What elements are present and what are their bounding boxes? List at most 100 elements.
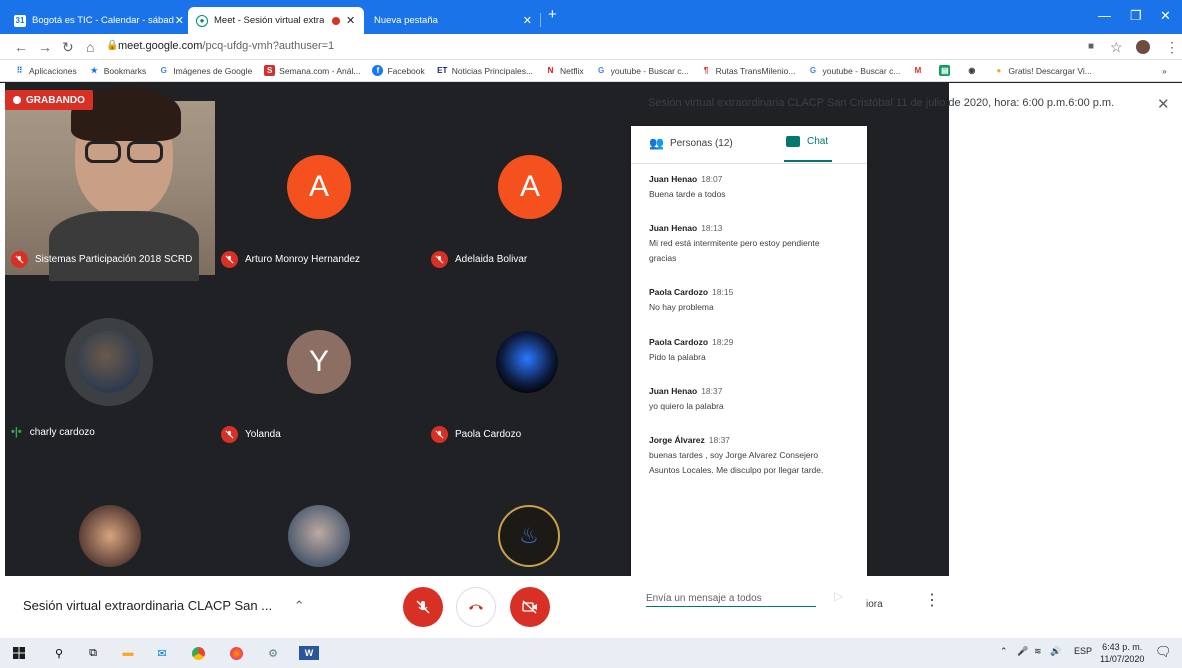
- restore-icon[interactable]: ❐: [1130, 8, 1142, 24]
- participant-tile[interactable]: Y Yolanda: [215, 258, 425, 443]
- chrome-icon[interactable]: [191, 646, 205, 660]
- camera-icon[interactable]: ■: [1088, 41, 1094, 52]
- mic-toggle-button[interactable]: [403, 587, 443, 627]
- tab-separator: [540, 13, 541, 27]
- participant-label: •|• charly cardozo: [11, 426, 95, 438]
- tab-calendar-label: Bogotá es TIC - Calendar - sábad: [32, 15, 174, 26]
- tab-meet[interactable]: ● Meet - Sesión virtual extraor ✕: [188, 7, 364, 34]
- close-window-icon[interactable]: ✕: [1160, 8, 1171, 24]
- meeting-title: Sesión virtual extraordinaria CLACP San …: [648, 97, 1115, 109]
- bookmark-item[interactable]: f Facebook: [372, 65, 425, 76]
- close-tab-icon[interactable]: ✕: [175, 14, 184, 27]
- avatar[interactable]: ♨: [498, 505, 560, 567]
- chat-message: Juan Henao 18:07 Buena tarde a todos: [649, 174, 726, 199]
- more-options-icon[interactable]: ⋮: [924, 590, 940, 610]
- reload-icon[interactable]: ↻: [62, 39, 74, 56]
- active-tab-indicator: [784, 160, 832, 162]
- star-icon: ★: [90, 66, 98, 75]
- camera-feed: [5, 87, 215, 281]
- camera-toggle-button[interactable]: [510, 587, 550, 627]
- close-icon[interactable]: ✕: [1157, 95, 1170, 113]
- google-icon: G: [160, 66, 167, 75]
- send-icon[interactable]: ▷: [834, 589, 843, 603]
- forward-icon[interactable]: →: [38, 39, 52, 55]
- more-bookmarks[interactable]: »: [1162, 66, 1167, 76]
- mail-icon[interactable]: ✉: [155, 646, 169, 660]
- recording-dot-icon: [13, 96, 21, 104]
- bookmark-item[interactable]: G Imágenes de Google: [158, 65, 253, 76]
- bookmark-item[interactable]: M: [912, 65, 927, 76]
- volume-icon[interactable]: 🔊: [1050, 646, 1061, 657]
- bookmark-item[interactable]: N Netflix: [545, 65, 584, 76]
- close-tab-icon[interactable]: ✕: [523, 14, 532, 27]
- participant-tile[interactable]: A Arturo Monroy Hernandez: [215, 83, 425, 268]
- profile-avatar[interactable]: [1136, 40, 1150, 54]
- url-field[interactable]: meet.google.com/pcq-ufdg-vmh?authuser=1: [118, 40, 334, 52]
- bookmark-item[interactable]: Gyoutube - Buscar c...: [596, 65, 689, 76]
- back-icon[interactable]: ←: [14, 39, 28, 55]
- participant-tile[interactable]: A Adelaida Bolivar: [425, 83, 635, 268]
- bookmark-item[interactable]: S Semana.com - Anál...: [264, 65, 360, 76]
- chat-icon: [786, 136, 800, 147]
- chat-message: Juan Henao 18:13 Mi red está intermitente…: [649, 223, 820, 263]
- speaking-indicator-icon: •|•: [11, 426, 22, 438]
- bookmark-item[interactable]: Gyoutube - Buscar c...: [807, 65, 901, 76]
- present-now-label[interactable]: iora: [866, 599, 883, 610]
- menu-icon[interactable]: ⋮: [1165, 39, 1179, 56]
- camera-off-icon: [522, 600, 537, 614]
- bookmark-item[interactable]: ▤: [939, 65, 954, 76]
- chat-message-input[interactable]: Envía un mensaje a todos: [646, 593, 816, 607]
- avatar: [78, 331, 140, 393]
- clock[interactable]: 6:43 p. m. 11/07/2020: [1100, 641, 1144, 665]
- mic-off-icon: [221, 426, 238, 443]
- chat-message: Paola Cardozo 18:29 Pido la palabra: [649, 337, 734, 362]
- mic-off-icon: [431, 426, 448, 443]
- tab-new[interactable]: Nueva pestaña ✕: [366, 7, 540, 34]
- bookmark-item[interactable]: ★ Bookmarks: [89, 65, 147, 76]
- url-path: /pcq-ufdg-vmh?authuser=1: [202, 40, 335, 52]
- netflix-icon: N: [547, 66, 554, 75]
- chevron-up-icon[interactable]: ⌃: [294, 598, 305, 613]
- microphone-icon[interactable]: 🎤: [1017, 646, 1028, 657]
- globe-icon: ◉: [968, 66, 976, 75]
- glasses-shape: [85, 141, 121, 163]
- star-icon[interactable]: ☆: [1110, 39, 1123, 56]
- language-indicator[interactable]: ESP: [1074, 646, 1092, 656]
- leave-call-button[interactable]: [456, 587, 496, 627]
- bookmark-item[interactable]: ◉: [966, 65, 981, 76]
- close-tab-icon[interactable]: ✕: [346, 14, 355, 27]
- semana-icon: S: [264, 65, 276, 76]
- chat-message: Juan Henao 18:37 yo quiero la palabra: [649, 386, 724, 411]
- participant-tile[interactable]: •|• charly cardozo: [5, 258, 215, 438]
- meeting-details[interactable]: Sesión virtual extraordinaria CLACP San …: [23, 598, 305, 614]
- bookmark-item[interactable]: ● Gratis! Descargar Vi...: [993, 65, 1092, 76]
- search-icon[interactable]: ⚲: [52, 646, 66, 660]
- bookmark-item[interactable]: ¶ Rutas TransMilenio...: [701, 65, 796, 76]
- new-tab-icon[interactable]: +: [548, 6, 557, 23]
- chevron-up-icon[interactable]: ⌃: [1000, 646, 1008, 657]
- tab-people[interactable]: 👥 Personas (12): [649, 136, 733, 150]
- google-icon: G: [598, 66, 605, 75]
- home-icon[interactable]: ⌂: [86, 39, 94, 55]
- browser-tab-bar: 31 Bogotá es TIC - Calendar - sábad ✕ ● …: [0, 0, 1182, 34]
- avatar[interactable]: [79, 505, 141, 567]
- firefox-icon[interactable]: [229, 646, 243, 660]
- tab-chat[interactable]: Chat: [786, 136, 828, 147]
- participant-tile[interactable]: Paola Cardozo: [425, 258, 635, 443]
- address-bar: ← → ↻ ⌂ 🔒 meet.google.com/pcq-ufdg-vmh?a…: [0, 34, 1182, 60]
- file-explorer-icon[interactable]: ▬: [121, 646, 135, 660]
- word-icon[interactable]: W: [299, 646, 319, 660]
- participant-label: Paola Cardozo: [431, 426, 521, 443]
- notifications-icon[interactable]: 🗨: [1155, 644, 1172, 660]
- minimize-icon[interactable]: —: [1098, 8, 1111, 23]
- app-icon[interactable]: ⚙: [266, 646, 280, 660]
- windows-start-icon[interactable]: [12, 646, 26, 660]
- taskbar: ⚲ ⧉ ▬ ✉ ⚙ W ⌃ 🎤 ≋ 🔊 ESP 6:43 p. m. 11/07…: [0, 638, 1182, 668]
- task-view-icon[interactable]: ⧉: [86, 646, 100, 660]
- avatar[interactable]: [288, 505, 350, 567]
- wifi-icon[interactable]: ≋: [1034, 646, 1042, 657]
- tab-calendar[interactable]: 31 Bogotá es TIC - Calendar - sábad ✕: [6, 7, 192, 34]
- bookmark-item[interactable]: ⠿ Aplicaciones: [14, 65, 77, 76]
- bookmark-item[interactable]: ET Noticias Principales...: [437, 65, 533, 76]
- chat-message: Paola Cardozo 18:15 No hay problema: [649, 287, 734, 312]
